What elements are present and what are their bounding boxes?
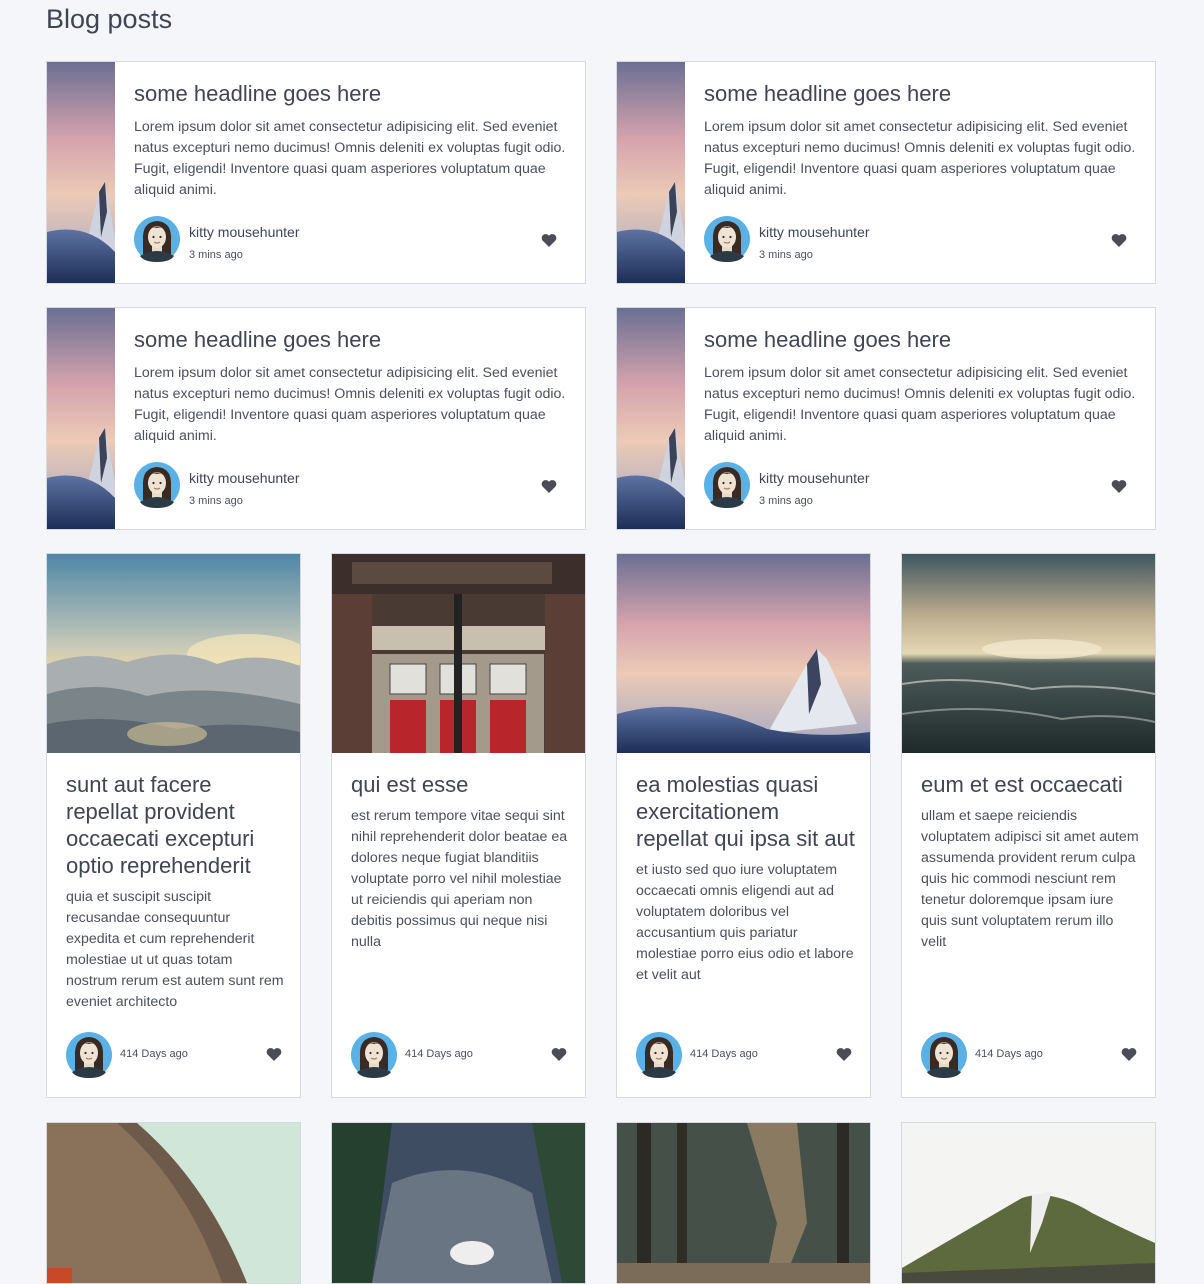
avatar	[636, 1032, 682, 1078]
post-headline[interactable]: eum et est occaecati	[921, 771, 1141, 798]
featured-post-card[interactable]: some headline goes here Lorem ipsum dolo…	[46, 61, 586, 284]
post-thumbnail	[617, 308, 685, 529]
heart-icon[interactable]	[1121, 1047, 1137, 1061]
post-excerpt: Lorem ipsum dolor sit amet consectetur a…	[134, 365, 566, 444]
avatar	[704, 216, 750, 262]
post-time: 414 Days ago	[120, 1048, 188, 1060]
post-photo-building	[47, 1123, 300, 1283]
post-headline[interactable]: ea molestias quasi exercitationem repell…	[636, 771, 856, 852]
post-headline[interactable]: sunt aut facere repellat provident occae…	[66, 771, 286, 879]
post-footer: 414 Days ago	[921, 1030, 1141, 1080]
post-photo-hall	[332, 554, 585, 753]
heart-icon[interactable]	[551, 1047, 567, 1061]
post-time: 414 Days ago	[690, 1048, 758, 1060]
grid-post-card[interactable]: qui est esse est rerum tempore vitae seq…	[331, 553, 586, 1098]
heart-icon[interactable]	[1111, 233, 1127, 247]
post-time: 3 mins ago	[759, 249, 813, 261]
post-photo-sea	[902, 554, 1155, 753]
post-photo-hiker	[617, 1123, 870, 1283]
post-footer: 414 Days ago	[66, 1030, 286, 1080]
post-photo-mountain	[617, 554, 870, 753]
featured-post-card[interactable]: some headline goes here Lorem ipsum dolo…	[616, 307, 1156, 530]
post-time: 3 mins ago	[189, 495, 243, 507]
avatar	[351, 1032, 397, 1078]
post-author: kitty mousehunter 3 mins ago	[704, 462, 1139, 510]
post-author: kitty mousehunter 3 mins ago	[704, 216, 1139, 264]
avatar	[704, 462, 750, 508]
grid-post-card[interactable]: sunt aut facere repellat provident occae…	[46, 553, 301, 1098]
post-time: 414 Days ago	[405, 1048, 473, 1060]
author-name: kitty mousehunter	[189, 224, 300, 240]
avatar	[921, 1032, 967, 1078]
heart-icon[interactable]	[836, 1047, 852, 1061]
post-time: 3 mins ago	[759, 495, 813, 507]
grid-post-card[interactable]	[46, 1122, 301, 1284]
grid-post-card[interactable]: eum et est occaecati ullam et saepe reic…	[901, 553, 1156, 1098]
author-name: kitty mousehunter	[759, 470, 870, 486]
grid-post-card[interactable]: ea molestias quasi exercitationem repell…	[616, 553, 871, 1098]
heart-icon[interactable]	[541, 479, 557, 493]
grid-post-card[interactable]	[616, 1122, 871, 1284]
post-excerpt: est rerum tempore vitae sequi sint nihil…	[351, 808, 568, 950]
post-time: 3 mins ago	[189, 249, 243, 261]
author-name: kitty mousehunter	[759, 224, 870, 240]
heart-icon[interactable]	[266, 1047, 282, 1061]
featured-post-card[interactable]: some headline goes here Lorem ipsum dolo…	[46, 307, 586, 530]
post-thumbnail	[47, 62, 115, 283]
post-footer: 414 Days ago	[351, 1030, 571, 1080]
post-footer: 414 Days ago	[636, 1030, 856, 1080]
post-excerpt: quia et suscipit suscipit recusandae con…	[66, 889, 284, 1010]
featured-post-card[interactable]: some headline goes here Lorem ipsum dolo…	[616, 61, 1156, 284]
post-thumbnail	[617, 62, 685, 283]
post-headline[interactable]: some headline goes here	[704, 80, 1139, 108]
post-headline[interactable]: some headline goes here	[134, 80, 569, 108]
post-photo-hill	[902, 1123, 1155, 1283]
grid-post-card[interactable]	[901, 1122, 1156, 1284]
post-excerpt: Lorem ipsum dolor sit amet consectetur a…	[704, 119, 1136, 198]
post-author: kitty mousehunter 3 mins ago	[134, 216, 569, 264]
post-headline[interactable]: some headline goes here	[134, 326, 569, 354]
post-excerpt: et iusto sed quo iure voluptatem occaeca…	[636, 862, 854, 983]
avatar	[134, 216, 180, 262]
page-title: Blog posts	[46, 4, 173, 34]
post-headline[interactable]: some headline goes here	[704, 326, 1139, 354]
post-photo-goat	[332, 1123, 585, 1283]
post-excerpt: ullam et saepe reiciendis voluptatem adi…	[921, 808, 1139, 950]
heart-icon[interactable]	[541, 233, 557, 247]
post-time: 414 Days ago	[975, 1048, 1043, 1060]
avatar	[66, 1032, 112, 1078]
avatar	[134, 462, 180, 508]
heart-icon[interactable]	[1111, 479, 1127, 493]
post-excerpt: Lorem ipsum dolor sit amet consectetur a…	[134, 119, 566, 198]
post-author: kitty mousehunter 3 mins ago	[134, 462, 569, 510]
post-photo-clouds	[47, 554, 300, 753]
grid-post-card[interactable]	[331, 1122, 586, 1284]
post-thumbnail	[47, 308, 115, 529]
post-headline[interactable]: qui est esse	[351, 771, 571, 798]
post-excerpt: Lorem ipsum dolor sit amet consectetur a…	[704, 365, 1136, 444]
author-name: kitty mousehunter	[189, 470, 300, 486]
